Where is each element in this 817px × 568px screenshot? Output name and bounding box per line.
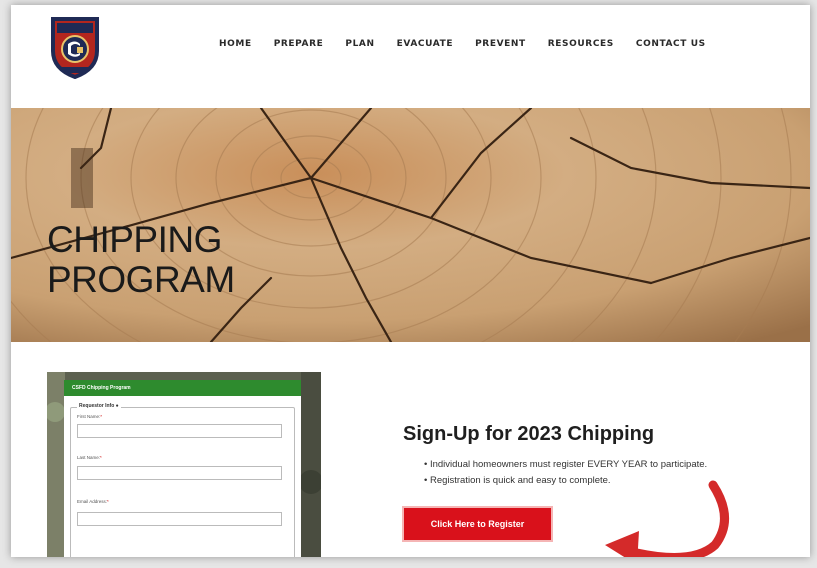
nav-prepare[interactable]: PREPARE <box>274 39 324 49</box>
register-button[interactable]: Click Here to Register <box>404 508 551 540</box>
nav-prevent[interactable]: PREVENT <box>475 39 526 49</box>
email-field[interactable] <box>77 512 282 526</box>
help-icon: ● <box>115 403 119 409</box>
signup-heading: Sign-Up for 2023 Chipping <box>403 423 655 445</box>
page-title: CHIPPING PROGRAM <box>47 220 235 300</box>
nav-plan[interactable]: PLAN <box>345 39 374 49</box>
curved-red-arrow-icon <box>605 480 729 557</box>
email-label: Email Address:* <box>77 499 109 504</box>
main-nav: HOME PREPARE PLAN EVACUATE PREVENT RESOU… <box>11 39 810 49</box>
page-frame: HOME PREPARE PLAN EVACUATE PREVENT RESOU… <box>11 5 810 557</box>
first-name-label: First Name:* <box>77 414 103 419</box>
hero-banner: CHIPPING PROGRAM <box>11 108 810 342</box>
last-name-field[interactable] <box>77 466 282 480</box>
nav-resources[interactable]: RESOURCES <box>548 39 614 49</box>
last-name-label: Last Name:* <box>77 455 102 460</box>
page-title-line-1: CHIPPING <box>47 219 222 260</box>
nav-home[interactable]: HOME <box>219 39 252 49</box>
page-title-line-2: PROGRAM <box>47 259 235 300</box>
form-card: CSFD Chipping Program Requestor Info ● F… <box>64 380 301 557</box>
nav-evacuate[interactable]: EVACUATE <box>397 39 453 49</box>
form-header: CSFD Chipping Program <box>64 380 301 396</box>
fieldset-legend: Requestor Info ● <box>77 403 121 409</box>
nav-contact-us[interactable]: CONTACT US <box>636 39 706 49</box>
bullet-item: • Individual homeowners must register EV… <box>424 459 708 470</box>
first-name-field[interactable] <box>77 424 282 438</box>
requestor-fieldset: Requestor Info ● First Name:* Last Name:… <box>70 403 295 557</box>
form-preview-image: CSFD Chipping Program Requestor Info ● F… <box>47 372 321 557</box>
